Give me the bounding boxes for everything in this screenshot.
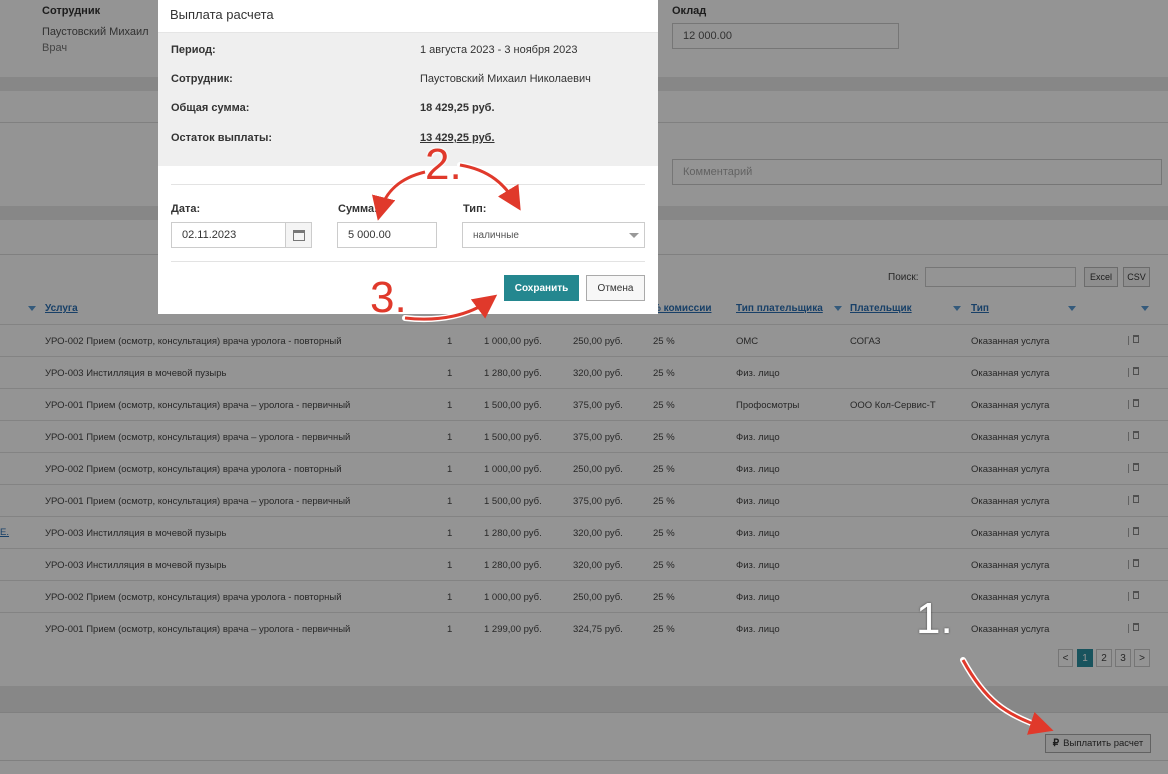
annotation-step-2: 2. — [425, 140, 462, 189]
arrow-step-2-type — [457, 162, 519, 206]
arrow-step-1 — [960, 657, 1048, 731]
arrow-step-1 — [961, 659, 1054, 735]
annotation-step-1: 1. — [916, 594, 953, 643]
arrow-step-2-type — [459, 163, 521, 211]
arrow-step-2-amount — [377, 169, 428, 215]
annotation-arrows — [372, 162, 1054, 735]
annotation-step-3: 3. — [370, 273, 407, 322]
